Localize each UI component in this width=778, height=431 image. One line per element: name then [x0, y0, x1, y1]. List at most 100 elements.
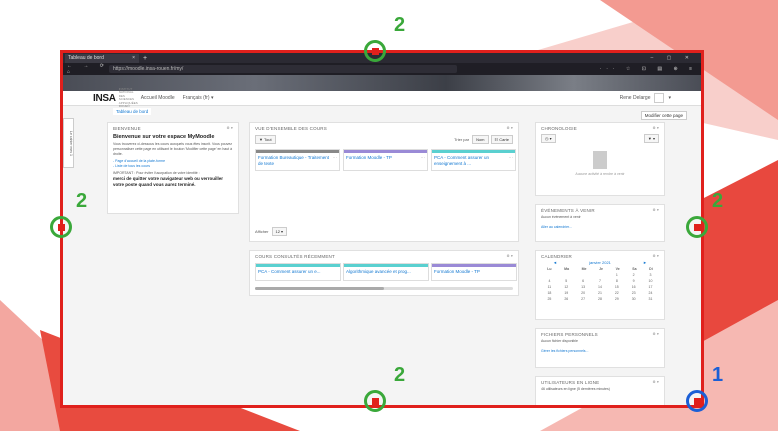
- new-tab-button[interactable]: +: [143, 55, 147, 62]
- manage-files-link[interactable]: Gérer les fichiers personnels...: [541, 349, 659, 354]
- calendar-day[interactable]: 19: [562, 291, 570, 295]
- timeline-sort-filter[interactable]: ▼ ▾: [643, 134, 659, 143]
- calendar-week: 4 5 6 7 8 9 10: [541, 279, 659, 283]
- handle-marker: [372, 48, 379, 55]
- calendar-day[interactable]: 17: [646, 285, 654, 289]
- course-name[interactable]: PCA - Comment assurer un e...: [258, 269, 321, 275]
- calendar-day[interactable]: 8: [613, 279, 621, 283]
- timeline-date-filter[interactable]: ◷ ▾: [541, 134, 556, 143]
- chevron-down-icon: ▾: [668, 95, 671, 101]
- block-controls[interactable]: ⚙ ▾: [653, 332, 659, 337]
- block-controls[interactable]: ⚙ ▾: [653, 254, 659, 259]
- language-menu[interactable]: Français (fr) ▾: [183, 95, 214, 101]
- calendar-day[interactable]: 1: [613, 273, 621, 277]
- page-size-select[interactable]: 12 ▾: [271, 227, 288, 236]
- calendar-day[interactable]: 10: [646, 279, 654, 283]
- tab-close-icon[interactable]: ×: [132, 54, 139, 63]
- calendar-link[interactable]: Aller au calendrier...: [541, 225, 659, 230]
- calendar-month[interactable]: janvier 2021: [589, 260, 611, 265]
- block-controls[interactable]: ⚙ ▾: [507, 126, 513, 131]
- moodle-header: INSA INSTITUT NATIONAL DES SCIENCES APPL…: [63, 87, 701, 108]
- calendar-day[interactable]: 25: [545, 297, 553, 301]
- calendar-day[interactable]: 20: [579, 291, 587, 295]
- calendar-day[interactable]: 15: [613, 285, 621, 289]
- block-controls[interactable]: ⚙ ▾: [653, 380, 659, 385]
- calendar-day[interactable]: 14: [596, 285, 604, 289]
- calendar-week: 25 26 27 28 29 30 31: [541, 297, 659, 301]
- calendar-weekdays: Lu Ma Me Je Ve Sa Di: [541, 267, 659, 271]
- user-menu[interactable]: Rene Delarge ▾: [620, 93, 671, 103]
- all-courses-link[interactable]: - Liste de tous les cours: [113, 164, 233, 169]
- user-name: Rene Delarge: [619, 95, 651, 101]
- course-card[interactable]: Formation Moodle - TP ···: [343, 149, 428, 171]
- more-icon[interactable]: ···: [333, 155, 338, 166]
- calendar-day[interactable]: 30: [630, 297, 638, 301]
- calendar-day[interactable]: 16: [630, 285, 638, 289]
- calendar-day[interactable]: 9: [630, 279, 638, 283]
- calendar-day[interactable]: 23: [630, 291, 638, 295]
- view-button[interactable]: ☷ Carte: [490, 135, 513, 144]
- calendar-day[interactable]: 21: [596, 291, 604, 295]
- course-name[interactable]: Algorithmique avancée et prog...: [346, 269, 411, 275]
- block-controls[interactable]: ⚙ ▾: [653, 208, 659, 213]
- address-field[interactable]: https://moodle.insa-rouen.fr/my/: [109, 65, 457, 73]
- calendar-day[interactable]: 13: [579, 285, 587, 289]
- resize-handle-right-annotation: [686, 216, 708, 238]
- calendar-day[interactable]: 5: [562, 279, 570, 283]
- home-link[interactable]: Accueil Moodle: [141, 95, 175, 101]
- next-month-icon[interactable]: ►: [643, 260, 647, 265]
- toolbar-icons[interactable]: ··· ☆ ⊡ ▤ ⊕ ≡: [600, 66, 697, 72]
- calendar-day[interactable]: 31: [646, 297, 654, 301]
- annotation-label-right: 2: [712, 190, 724, 212]
- course-name[interactable]: Formation Bureautique - Traitement de te…: [258, 155, 333, 166]
- insa-logo[interactable]: INSA: [93, 93, 116, 104]
- calendar-day[interactable]: 12: [562, 285, 570, 289]
- timeline-block: CHRONOLOGIE ⚙ ▾ ◷ ▾ ▼ ▾ Aucune activité à…: [535, 122, 665, 196]
- edit-page-button[interactable]: Modifier cette page: [640, 111, 687, 120]
- block-controls[interactable]: ⚙ ▾: [507, 254, 513, 259]
- prev-month-icon[interactable]: ◄: [553, 260, 557, 265]
- calendar-day[interactable]: 22: [613, 291, 621, 295]
- calendar-day[interactable]: 27: [579, 297, 587, 301]
- window-controls[interactable]: – ▢ ✕: [651, 55, 701, 61]
- more-icon[interactable]: ···: [509, 155, 514, 166]
- course-card[interactable]: Formation Bureautique - Traitement de te…: [255, 149, 340, 171]
- more-icon[interactable]: ···: [421, 155, 426, 161]
- calendar-day[interactable]: 24: [646, 291, 654, 295]
- recent-course-card[interactable]: Algorithmique avancée et prog...: [343, 263, 429, 281]
- breadcrumb[interactable]: Tableau de bord: [113, 108, 152, 115]
- calendar-day[interactable]: 3: [646, 273, 654, 277]
- upcoming-events-block: ÉVÉNEMENTS À VENIR ⚙ ▾ Aucun événement à …: [535, 204, 665, 242]
- course-name[interactable]: Formation Moodle - TP: [346, 155, 392, 161]
- horizontal-scrollbar[interactable]: [255, 287, 513, 290]
- calendar-day[interactable]: 26: [562, 297, 570, 301]
- recent-course-card[interactable]: PCA - Comment assurer un e...: [255, 263, 341, 281]
- calendar-day[interactable]: 18: [545, 291, 553, 295]
- course-name[interactable]: Formation Moodle - TP: [434, 269, 480, 275]
- weekday: Sa: [632, 267, 637, 271]
- calendar-day[interactable]: 11: [545, 285, 553, 289]
- resize-handle-corner-annotation: [686, 390, 708, 412]
- calendar-day[interactable]: 29: [613, 297, 621, 301]
- course-name[interactable]: PCA - Comment assurer un enseignement à …: [434, 155, 509, 166]
- block-controls[interactable]: ⚙ ▾: [227, 126, 233, 131]
- files-empty-text: Aucun fichier disponible: [541, 339, 578, 343]
- sort-button[interactable]: Nom: [472, 135, 489, 144]
- calendar-title: CALENDRIER: [541, 254, 573, 259]
- recent-course-card[interactable]: Formation Moodle - TP: [431, 263, 517, 281]
- calendar-day[interactable]: 28: [596, 297, 604, 301]
- calendar-day[interactable]: 6: [579, 279, 587, 283]
- calendar-day[interactable]: 7: [596, 279, 604, 283]
- calendar-day[interactable]: 4: [545, 279, 553, 283]
- overview-title: VUE D'ENSEMBLE DES COURS: [255, 126, 327, 131]
- block-controls[interactable]: ⚙ ▾: [653, 126, 659, 131]
- course-card[interactable]: PCA - Comment assurer un enseignement à …: [431, 149, 516, 171]
- page-content: Le cahier mes 1 Tableau de bord Modifier…: [63, 106, 701, 405]
- nav-buttons[interactable]: ← → ⟳ ⌂: [67, 63, 109, 75]
- browser-tab[interactable]: Tableau de bord ×: [65, 53, 139, 63]
- calendar-day[interactable]: 2: [630, 273, 638, 277]
- resize-handle-bottom-annotation: [364, 390, 386, 412]
- drawer-toggle[interactable]: Le cahier mes 1: [63, 118, 74, 168]
- filter-button[interactable]: ▼ Tout: [255, 135, 276, 144]
- scrollbar-thumb[interactable]: [255, 287, 384, 290]
